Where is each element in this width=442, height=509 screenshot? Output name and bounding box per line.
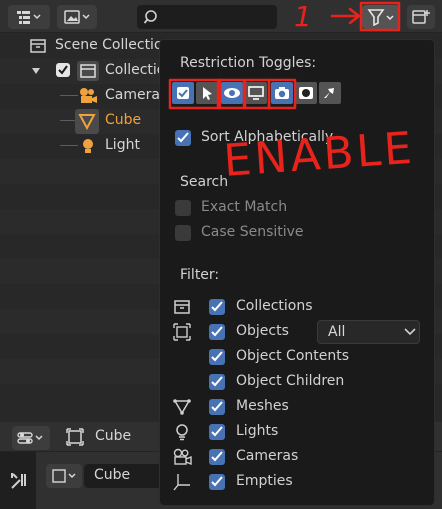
annotation-filter-box bbox=[359, 1, 401, 32]
annotation-arrow bbox=[330, 7, 361, 25]
annotation-toggle-box-monitor bbox=[243, 78, 271, 110]
annotation-overlay bbox=[168, 1, 401, 110]
annotation-toggle-box-eye bbox=[216, 78, 246, 110]
annotation-toggle-box-left bbox=[168, 78, 222, 110]
annotation-toggle-box-render bbox=[267, 78, 297, 110]
annotation-step-number: 1 bbox=[294, 0, 312, 33]
